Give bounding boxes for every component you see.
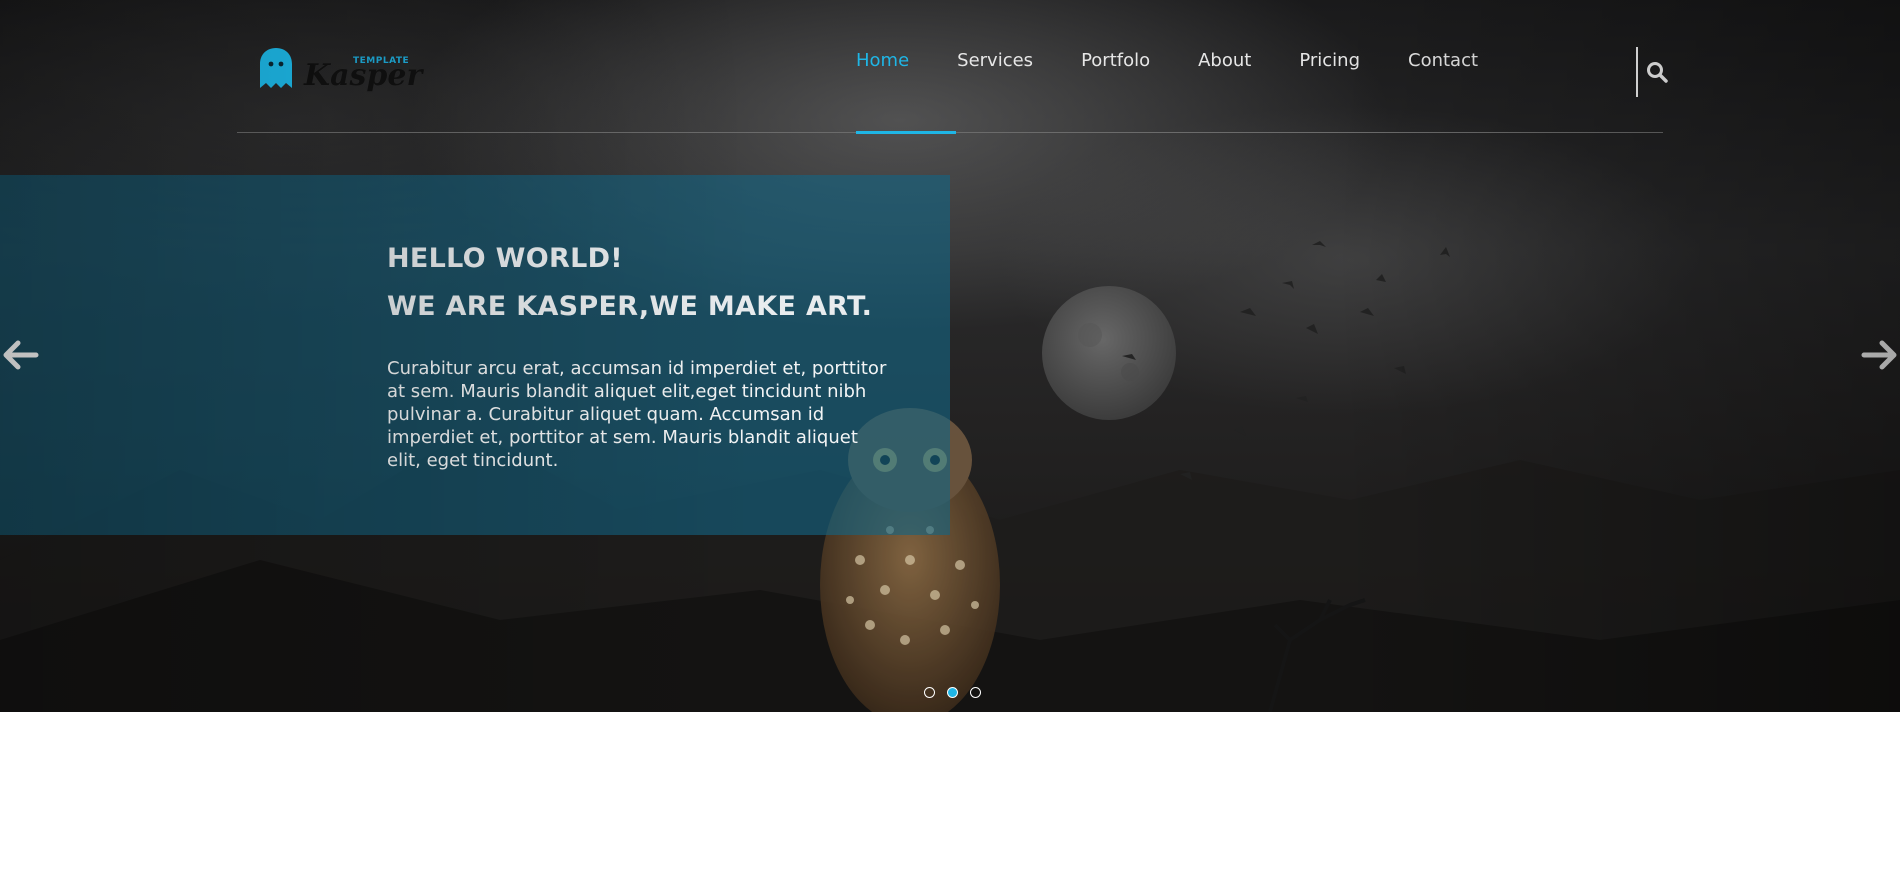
slider-dot-3[interactable] [970, 687, 981, 698]
nav-services[interactable]: Services [957, 50, 1033, 80]
search-button[interactable] [1636, 47, 1674, 97]
logo-tagline: TEMPLATE [353, 56, 410, 66]
logo[interactable]: Kasper TEMPLATE [258, 46, 422, 96]
slider-dot-2[interactable] [947, 687, 958, 698]
nav-home[interactable]: Home [856, 50, 909, 80]
slide-heading-line1: HELLO WORLD! [387, 243, 623, 274]
nav-contact[interactable]: Contact [1408, 50, 1478, 80]
slide-caption-box [0, 175, 950, 535]
nav-portfolio[interactable]: Portfolo [1081, 50, 1150, 80]
slider-pagination [924, 687, 993, 698]
slider-dot-1[interactable] [924, 687, 935, 698]
slide-paragraph: Curabitur arcu erat, accumsan id imperdi… [387, 358, 887, 471]
nav-active-indicator [856, 131, 956, 134]
slider-next-button[interactable] [1860, 338, 1900, 372]
nav-about[interactable]: About [1198, 50, 1251, 80]
moon [1042, 286, 1176, 420]
slider-prev-button[interactable] [0, 338, 40, 372]
arrow-right-icon [1861, 340, 1897, 370]
hero-slider: Kasper TEMPLATE Home Services Portfolo A… [0, 0, 1900, 712]
nav-pricing[interactable]: Pricing [1299, 50, 1360, 80]
arrow-left-icon [3, 340, 39, 370]
ghost-logo-icon [260, 48, 292, 88]
search-icon [1647, 62, 1668, 83]
slide-heading-line2: WE ARE KASPER,WE MAKE ART. [387, 291, 873, 322]
main-nav: Home Services Portfolo About Pricing Con… [856, 50, 1526, 80]
